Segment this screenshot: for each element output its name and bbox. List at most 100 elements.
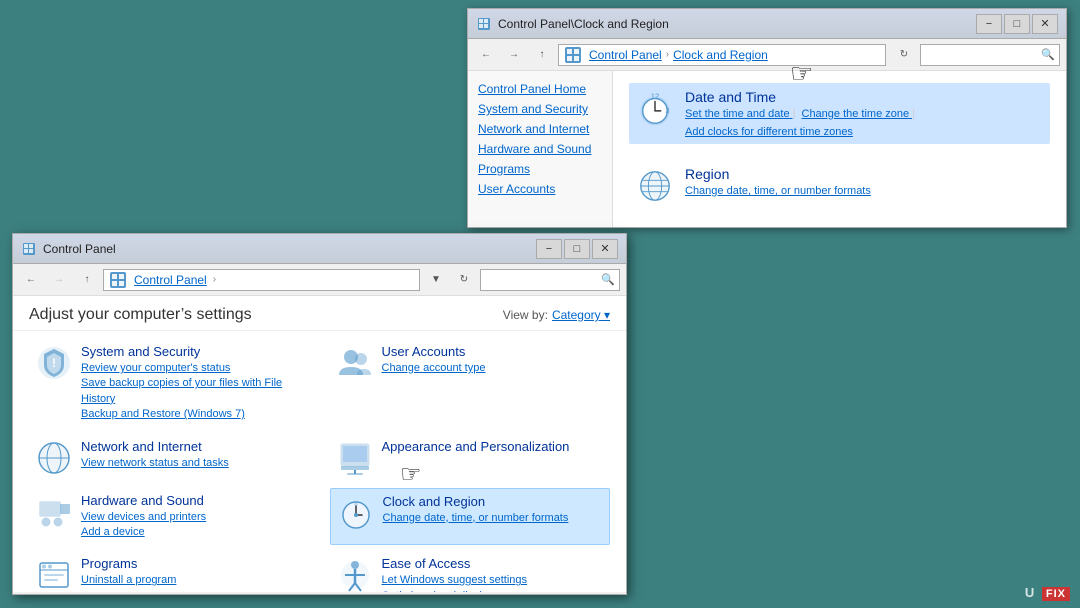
front-address-input[interactable] bbox=[216, 273, 413, 287]
region-link-format[interactable]: Change date, time, or number formats bbox=[685, 185, 871, 197]
back-sidebar-item-accounts[interactable]: User Accounts bbox=[468, 179, 612, 199]
region-icon bbox=[635, 166, 675, 206]
front-titlebar: Control Panel − □ ✕ bbox=[13, 234, 626, 264]
back-window-icon bbox=[476, 16, 492, 32]
clock-icon bbox=[337, 494, 375, 532]
network-link-1[interactable]: View network status and tasks bbox=[81, 456, 304, 471]
front-header: Adjust your computer’s settings View by:… bbox=[13, 296, 626, 331]
clock-title[interactable]: Clock and Region bbox=[383, 494, 604, 509]
grid-item-network[interactable]: Network and Internet View network status… bbox=[29, 434, 310, 482]
back-content: Control Panel Home System and Security N… bbox=[468, 71, 1066, 227]
grid-item-programs[interactable]: Programs Uninstall a program bbox=[29, 551, 310, 592]
hardware-text: Hardware and Sound View devices and prin… bbox=[81, 493, 304, 541]
front-window-icon bbox=[21, 241, 37, 257]
grid-item-system[interactable]: ! System and Security Review your comput… bbox=[29, 339, 310, 428]
front-toolbar: ← → ↑ Control Panel › ▼ ↻ 🔍 bbox=[13, 264, 626, 296]
view-by-value[interactable]: Category ▾ bbox=[552, 308, 610, 322]
back-address-bar[interactable]: Control Panel › Clock and Region bbox=[558, 44, 886, 66]
accounts-link-1[interactable]: Change account type bbox=[382, 361, 605, 376]
back-minimize-button[interactable]: − bbox=[976, 14, 1002, 34]
front-titlebar-controls: − □ ✕ bbox=[536, 239, 618, 259]
grid-item-appearance[interactable]: Appearance and Personalization bbox=[330, 434, 611, 482]
system-link-2[interactable]: Save backup copies of your files with Fi… bbox=[81, 376, 304, 407]
back-titlebar-controls: − □ ✕ bbox=[976, 14, 1058, 34]
front-search-box[interactable]: 🔍 bbox=[480, 269, 620, 291]
user-accounts-text: User Accounts Change account type bbox=[382, 344, 605, 376]
svg-text:!: ! bbox=[52, 356, 56, 370]
front-address-dropdown[interactable]: ▼ bbox=[424, 269, 448, 291]
svg-text:3: 3 bbox=[665, 106, 669, 115]
front-btn-back[interactable]: ← bbox=[19, 269, 43, 291]
grid-item-ease[interactable]: Ease of Access Let Windows suggest setti… bbox=[330, 551, 611, 592]
front-main: Adjust your computer’s settings View by:… bbox=[13, 296, 626, 592]
programs-text: Programs Uninstall a program bbox=[81, 556, 304, 588]
programs-title[interactable]: Programs bbox=[81, 556, 304, 571]
system-security-icon: ! bbox=[35, 344, 73, 382]
back-search-icon: 🔍 bbox=[1041, 48, 1055, 61]
back-sidebar-item-hardware[interactable]: Hardware and Sound bbox=[468, 139, 612, 159]
system-security-text: System and Security Review your computer… bbox=[81, 344, 304, 423]
system-security-title[interactable]: System and Security bbox=[81, 344, 304, 359]
system-link-1[interactable]: Review your computer's status bbox=[81, 361, 304, 376]
user-accounts-title[interactable]: User Accounts bbox=[382, 344, 605, 359]
region-text: Region Change date, time, or number form… bbox=[685, 166, 1044, 197]
front-btn-forward[interactable]: → bbox=[47, 269, 71, 291]
view-by-label: View by: bbox=[503, 308, 548, 322]
watermark-u: U bbox=[1025, 585, 1035, 600]
clock-text: Clock and Region Change date, time, or n… bbox=[383, 494, 604, 526]
ease-link-1[interactable]: Let Windows suggest settings bbox=[382, 573, 605, 588]
back-titlebar: Control Panel\Clock and Region − □ ✕ bbox=[468, 9, 1066, 39]
back-main-content: 12 3 Date and Time Set the time and date… bbox=[613, 71, 1066, 227]
back-btn-back[interactable]: ← bbox=[474, 44, 498, 66]
back-window-title: Control Panel\Clock and Region bbox=[498, 17, 976, 31]
ease-access-title[interactable]: Ease of Access bbox=[382, 556, 605, 571]
network-icon bbox=[35, 439, 73, 477]
ease-link-2[interactable]: Optimize visual display bbox=[382, 589, 605, 592]
grid-item-accounts[interactable]: User Accounts Change account type bbox=[330, 339, 611, 428]
front-header-title: Adjust your computer’s settings bbox=[29, 306, 252, 324]
hardware-link-1[interactable]: View devices and printers bbox=[81, 510, 304, 525]
back-datetime-item[interactable]: 12 3 Date and Time Set the time and date… bbox=[629, 83, 1050, 144]
view-by-control: View by: Category ▾ bbox=[503, 308, 610, 322]
svg-text:12: 12 bbox=[651, 92, 659, 101]
back-btn-up[interactable]: ↑ bbox=[530, 44, 554, 66]
grid-item-clock[interactable]: Clock and Region Change date, time, or n… bbox=[330, 488, 611, 546]
back-btn-forward[interactable]: → bbox=[502, 44, 526, 66]
hardware-title[interactable]: Hardware and Sound bbox=[81, 493, 304, 508]
front-address-bar[interactable]: Control Panel › bbox=[103, 269, 420, 291]
back-maximize-button[interactable]: □ bbox=[1004, 14, 1030, 34]
datetime-link-set[interactable]: Set the time and date bbox=[685, 108, 796, 126]
back-close-button[interactable]: ✕ bbox=[1032, 14, 1058, 34]
front-minimize-button[interactable]: − bbox=[536, 239, 562, 259]
front-refresh-button[interactable]: ↻ bbox=[452, 269, 476, 291]
back-toolbar: ← → ↑ Control Panel › Clock and Region ↻… bbox=[468, 39, 1066, 71]
appearance-text: Appearance and Personalization bbox=[382, 439, 605, 456]
grid-item-hardware[interactable]: Hardware and Sound View devices and prin… bbox=[29, 488, 310, 546]
front-breadcrumb: Control Panel › bbox=[110, 272, 216, 288]
datetime-title[interactable]: Date and Time bbox=[685, 89, 1044, 105]
datetime-link-clocks[interactable]: Add clocks for different time zones bbox=[685, 126, 853, 138]
front-maximize-button[interactable]: □ bbox=[564, 239, 590, 259]
datetime-links: Set the time and date Change the time zo… bbox=[685, 108, 1044, 138]
back-region-item[interactable]: Region Change date, time, or number form… bbox=[629, 160, 1050, 212]
clock-link-1[interactable]: Change date, time, or number formats bbox=[383, 511, 604, 526]
programs-link-1[interactable]: Uninstall a program bbox=[81, 573, 304, 588]
datetime-link-zone[interactable]: Change the time zone bbox=[802, 108, 916, 126]
hardware-link-2[interactable]: Add a device bbox=[81, 525, 304, 540]
back-sidebar-item-home[interactable]: Control Panel Home bbox=[468, 79, 612, 99]
front-btn-up[interactable]: ↑ bbox=[75, 269, 99, 291]
back-refresh-button[interactable]: ↻ bbox=[892, 44, 916, 66]
back-search-box[interactable]: 🔍 bbox=[920, 44, 1060, 66]
back-breadcrumb: Control Panel › Clock and Region bbox=[565, 47, 768, 63]
region-title[interactable]: Region bbox=[685, 166, 1044, 182]
system-link-3[interactable]: Backup and Restore (Windows 7) bbox=[81, 407, 304, 422]
back-sidebar-item-programs[interactable]: Programs bbox=[468, 159, 612, 179]
appearance-title[interactable]: Appearance and Personalization bbox=[382, 439, 605, 454]
front-close-button[interactable]: ✕ bbox=[592, 239, 618, 259]
back-sidebar-item-system[interactable]: System and Security bbox=[468, 99, 612, 119]
back-sidebar: Control Panel Home System and Security N… bbox=[468, 71, 613, 227]
watermark: U FIX bbox=[1025, 585, 1072, 600]
back-sidebar-item-network[interactable]: Network and Internet bbox=[468, 119, 612, 139]
network-title[interactable]: Network and Internet bbox=[81, 439, 304, 454]
ease-access-text: Ease of Access Let Windows suggest setti… bbox=[382, 556, 605, 592]
